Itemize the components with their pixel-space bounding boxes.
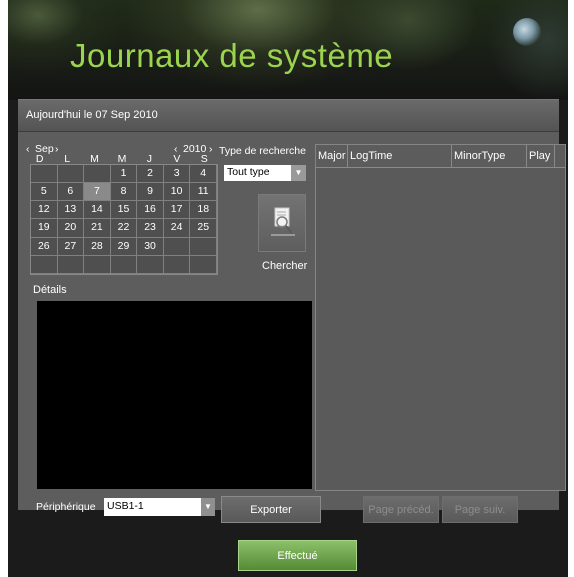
calendar-day-cell[interactable] (84, 255, 111, 274)
dropdown-arrow-icon[interactable]: ▼ (291, 165, 306, 181)
column-header-play[interactable]: Play (527, 145, 555, 167)
log-table-header: Major LogTime MinorType Play (316, 145, 565, 168)
details-label: Détails (33, 284, 67, 296)
today-date-bar: Aujourd'hui le 07 Sep 2010 (18, 100, 559, 132)
details-view (37, 301, 312, 489)
calendar-day-cell[interactable] (137, 255, 164, 274)
calendar-day-cell[interactable]: 3 (163, 165, 191, 184)
calendar-day-cell[interactable]: 4 (190, 165, 217, 184)
search-icon (271, 207, 295, 236)
calendar-grid: 1 2 3 4 5 6 7 8 9 10 11 12 13 14 15 16 17 18 19 20 21 22 23 24 2… (30, 164, 218, 275)
calendar-day-cell[interactable]: 2 (137, 165, 164, 184)
calendar-day-cell[interactable]: 26 (31, 237, 58, 256)
column-header-major[interactable]: Major (316, 145, 348, 167)
log-table[interactable]: Major LogTime MinorType Play (315, 144, 566, 491)
column-header-logtime[interactable]: LogTime (348, 145, 452, 167)
calendar-day-cell[interactable] (110, 255, 138, 274)
calendar-day-cell[interactable]: 17 (163, 201, 191, 220)
search-type-select[interactable]: Tout type ▼ (224, 165, 306, 181)
column-header-minortype[interactable]: MinorType (452, 145, 527, 167)
search-type-value: Tout type (227, 166, 270, 178)
next-page-button[interactable]: Page suiv. (442, 496, 518, 523)
calendar-day-cell[interactable]: 29 (110, 237, 138, 256)
calendar-day-cell[interactable] (163, 255, 191, 274)
today-date-text: Aujourd'hui le 07 Sep 2010 (26, 109, 158, 121)
calendar-day-cell[interactable] (31, 255, 58, 274)
header-banner: Journaux de système (8, 0, 568, 100)
calendar-day-cell[interactable] (31, 165, 58, 184)
calendar-day-cell[interactable]: 18 (190, 201, 217, 220)
calendar-day-cell[interactable]: 12 (31, 201, 58, 220)
calendar-day-cell[interactable]: 27 (57, 237, 85, 256)
calendar-day-cell[interactable]: 21 (84, 219, 111, 238)
calendar-day-cell[interactable] (84, 165, 111, 184)
calendar-day-cell[interactable]: 1 (110, 165, 138, 184)
calendar-day-cell[interactable]: 10 (163, 183, 191, 202)
search-button[interactable] (258, 194, 306, 252)
calendar-day-cell[interactable]: 8 (110, 183, 138, 202)
calendar-day-cell[interactable] (190, 255, 217, 274)
calendar-day-cell[interactable]: 24 (163, 219, 191, 238)
calendar-day-cell[interactable]: 7 (84, 183, 111, 202)
calendar-day-cell[interactable]: 19 (31, 219, 58, 238)
calendar-day-cell[interactable]: 28 (84, 237, 111, 256)
search-button-label: Chercher (262, 260, 308, 272)
device-label: Périphérique (36, 501, 96, 513)
page-title: Journaux de système (70, 37, 394, 74)
calendar-day-cell[interactable]: 22 (110, 219, 138, 238)
calendar-day-cell[interactable]: 25 (190, 219, 217, 238)
calendar-day-cell[interactable] (57, 255, 85, 274)
calendar-day-cell[interactable]: 13 (57, 201, 85, 220)
calendar-day-cell[interactable]: 14 (84, 201, 111, 220)
calendar-day-cell[interactable]: 15 (110, 201, 138, 220)
calendar-day-cell[interactable]: 6 (57, 183, 85, 202)
light-orb-decoration (513, 18, 541, 46)
calendar-day-cell[interactable]: 11 (190, 183, 217, 202)
device-select[interactable]: USB1-1 ▼ (104, 498, 215, 516)
calendar-day-cell[interactable] (163, 237, 191, 256)
search-type-label: Type de recherche (219, 145, 306, 157)
calendar-day-cell[interactable] (190, 237, 217, 256)
calendar-day-cell[interactable]: 30 (137, 237, 164, 256)
export-button[interactable]: Exporter (221, 496, 321, 523)
prev-page-button[interactable]: Page précéd. (363, 496, 439, 523)
calendar-day-cell[interactable]: 5 (31, 183, 58, 202)
calendar-day-cell[interactable]: 20 (57, 219, 85, 238)
calendar-day-cell[interactable]: 9 (137, 183, 164, 202)
device-value: USB1-1 (107, 500, 144, 512)
calendar-day-cell[interactable]: 23 (137, 219, 164, 238)
dropdown-arrow-icon[interactable]: ▼ (201, 498, 215, 516)
calendar-day-cell[interactable] (57, 165, 85, 184)
done-button[interactable]: Effectué (238, 540, 357, 571)
calendar-day-cell[interactable]: 16 (137, 201, 164, 220)
